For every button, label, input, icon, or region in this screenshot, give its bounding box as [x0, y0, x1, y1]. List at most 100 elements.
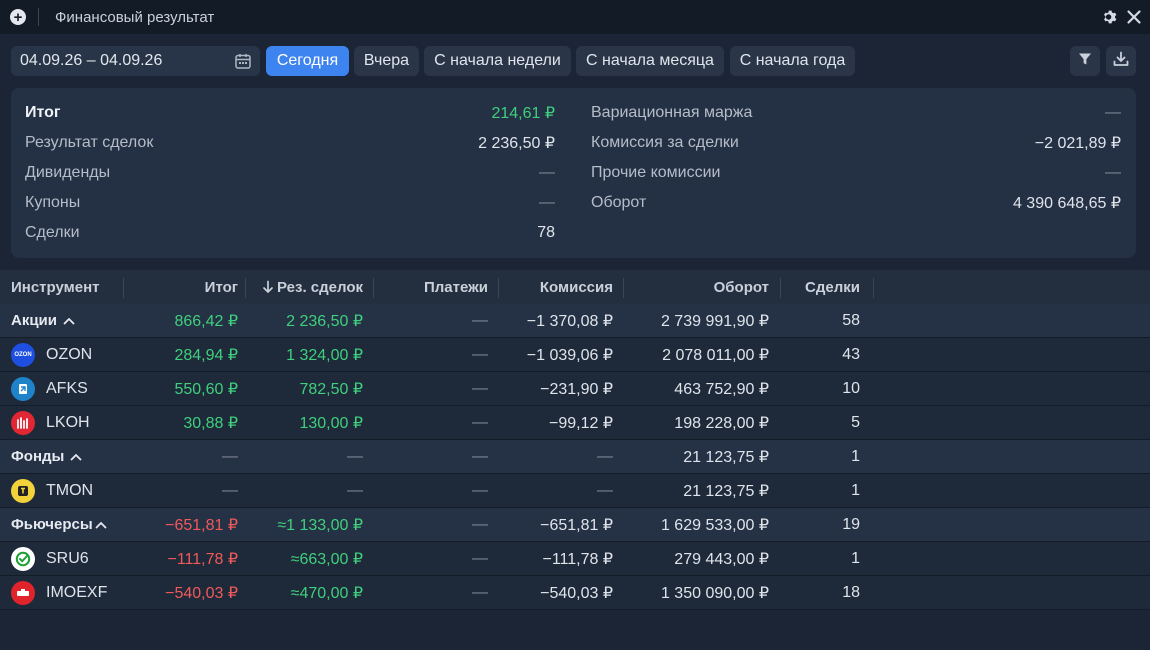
cell-payments: —	[472, 311, 488, 329]
tmon-logo-icon	[11, 478, 35, 503]
instrument-ticker: TMON	[46, 481, 94, 499]
cell-trades: 43	[842, 345, 860, 363]
table-row[interactable]: SRU6 −111,78 ₽ ≈663,00 ₽ — −111,78 ₽ 279…	[0, 542, 1150, 576]
cell-commission: —	[597, 447, 613, 465]
summary-label: Прочие комиссии	[591, 164, 721, 181]
cell-turnover: 279 443,00 ₽	[674, 550, 769, 568]
summary-commission-row: Комиссия за сделки −2 021,89 ₽	[591, 132, 1121, 154]
table-group-row[interactable]: Фьючерсы −651,81 ₽ ≈1 133,00 ₽ — −651,81…	[0, 508, 1150, 542]
instrument-ticker: IMOEXF	[46, 583, 108, 601]
cell-payments: —	[472, 379, 488, 397]
cell-commission: −99,12 ₽	[548, 414, 613, 432]
summary-trades-count-row: Сделки 78	[25, 222, 555, 244]
cell-commission: −540,03 ₽	[540, 584, 613, 602]
cell-turnover: 1 629 533,00 ₽	[660, 516, 769, 534]
lkoh-logo-icon	[11, 410, 35, 435]
cell-trade-result: 1 324,00 ₽	[286, 346, 363, 364]
period-today-button[interactable]: Сегодня	[266, 46, 349, 76]
cell-total: 550,60 ₽	[174, 380, 238, 398]
cell-trades: 1	[851, 549, 860, 567]
download-button[interactable]	[1106, 46, 1136, 76]
cell-payments: —	[472, 345, 488, 363]
group-name: Фонды	[11, 448, 65, 465]
summary-value: 214,61 ₽	[491, 105, 555, 122]
instrument-ticker: OZON	[46, 345, 93, 363]
table-row[interactable]: OZON OZON 284,94 ₽ 1 324,00 ₽ — −1 039,0…	[0, 338, 1150, 372]
calendar-icon[interactable]	[234, 52, 252, 75]
cell-commission: −1 370,08 ₽	[526, 312, 613, 330]
summary-label: Дивиденды	[25, 164, 111, 181]
cell-total: 30,88 ₽	[183, 414, 238, 432]
summary-value: —	[1105, 164, 1121, 181]
instrument-ticker: AFKS	[46, 379, 88, 397]
period-week-button[interactable]: С начала недели	[424, 46, 571, 76]
imoex-logo-icon	[11, 580, 35, 605]
summary-value: —	[539, 164, 555, 181]
column-header-trade-result[interactable]: Рез. сделок	[252, 270, 363, 304]
cell-trades: 5	[851, 413, 860, 431]
cell-commission: −651,81 ₽	[540, 516, 613, 534]
column-header-commission[interactable]: Комиссия	[505, 270, 613, 304]
cell-payments: —	[472, 481, 488, 499]
table-row[interactable]: TMON — — — — 21 123,75 ₽ 1	[0, 474, 1150, 508]
table-group-row[interactable]: Акции 866,42 ₽ 2 236,50 ₽ — −1 370,08 ₽ …	[0, 304, 1150, 338]
summary-total-row: Итог 214,61 ₽	[25, 102, 555, 124]
filter-icon	[1077, 51, 1093, 72]
column-header-instrument[interactable]: Инструмент	[11, 270, 99, 304]
cell-commission: −111,78 ₽	[542, 550, 613, 568]
summary-dividends-row: Дивиденды —	[25, 162, 555, 184]
title-divider	[38, 8, 39, 26]
cell-total: 866,42 ₽	[174, 312, 238, 330]
summary-panel: Итог 214,61 ₽ Результат сделок 2 236,50 …	[11, 88, 1136, 258]
filter-button[interactable]	[1070, 46, 1100, 76]
table-row[interactable]: IMOEXF −540,03 ₽ ≈470,00 ₽ — −540,03 ₽ 1…	[0, 576, 1150, 610]
cell-trade-result: ≈663,00 ₽	[290, 550, 363, 568]
cell-turnover: 21 123,75 ₽	[683, 482, 769, 500]
cell-turnover: 463 752,90 ₽	[674, 380, 769, 398]
period-year-button[interactable]: С начала года	[730, 46, 855, 76]
column-header-payments[interactable]: Платежи	[380, 270, 488, 304]
chevron-up-icon[interactable]	[95, 516, 107, 534]
cell-trade-result: —	[347, 481, 363, 499]
column-header-trades[interactable]: Сделки	[787, 270, 860, 304]
table-group-row[interactable]: Фонды — — — — 21 123,75 ₽ 1	[0, 440, 1150, 474]
table-header: Инструмент Итог Рез. сделок Платежи Коми…	[0, 270, 1150, 304]
period-month-button[interactable]: С начала месяца	[576, 46, 724, 76]
afks-logo-icon	[11, 376, 35, 401]
chevron-up-icon[interactable]	[70, 448, 82, 466]
cell-trades: 18	[842, 583, 860, 601]
summary-value: 4 390 648,65 ₽	[1012, 195, 1121, 212]
gear-icon[interactable]	[1102, 9, 1118, 25]
cell-commission: —	[597, 481, 613, 499]
summary-value: —	[1105, 104, 1121, 121]
window-title: Финансовый результат	[55, 8, 215, 26]
period-toolbar: 04.09.26 – 04.09.26 Сегодня Вчера С нача…	[11, 46, 1139, 76]
date-range-input[interactable]: 04.09.26 – 04.09.26	[11, 46, 260, 76]
summary-label: Купоны	[25, 194, 81, 211]
cell-total: 284,94 ₽	[174, 346, 238, 364]
cell-commission: −1 039,06 ₽	[526, 346, 613, 364]
sru6-logo-icon	[11, 546, 35, 571]
summary-coupons-row: Купоны —	[25, 192, 555, 214]
column-header-turnover[interactable]: Оборот	[630, 270, 769, 304]
period-yesterday-button[interactable]: Вчера	[354, 46, 419, 76]
cell-commission: −231,90 ₽	[540, 380, 613, 398]
summary-value: —	[539, 194, 555, 211]
instrument-ticker: LKOH	[46, 413, 90, 431]
table-row[interactable]: LKOH 30,88 ₽ 130,00 ₽ — −99,12 ₽ 198 228…	[0, 406, 1150, 440]
ozon-logo-icon: OZON	[11, 342, 35, 367]
cell-total: —	[222, 447, 238, 465]
table-row[interactable]: AFKS 550,60 ₽ 782,50 ₽ — −231,90 ₽ 463 7…	[0, 372, 1150, 406]
title-bar: + Финансовый результат	[0, 0, 1150, 34]
add-widget-icon[interactable]: +	[10, 9, 26, 25]
cell-trades: 58	[842, 311, 860, 329]
table-body: Акции 866,42 ₽ 2 236,50 ₽ — −1 370,08 ₽ …	[0, 304, 1150, 610]
column-header-total[interactable]: Итог	[130, 270, 238, 304]
cell-trade-result: 2 236,50 ₽	[286, 312, 363, 330]
summary-other-fees-row: Прочие комиссии —	[591, 162, 1121, 184]
cell-total: −651,81 ₽	[165, 516, 238, 534]
close-icon[interactable]	[1126, 9, 1142, 25]
chevron-up-icon[interactable]	[63, 312, 75, 330]
column-header-trade-result-label: Рез. сделок	[277, 278, 363, 296]
summary-label: Комиссия за сделки	[591, 134, 739, 151]
